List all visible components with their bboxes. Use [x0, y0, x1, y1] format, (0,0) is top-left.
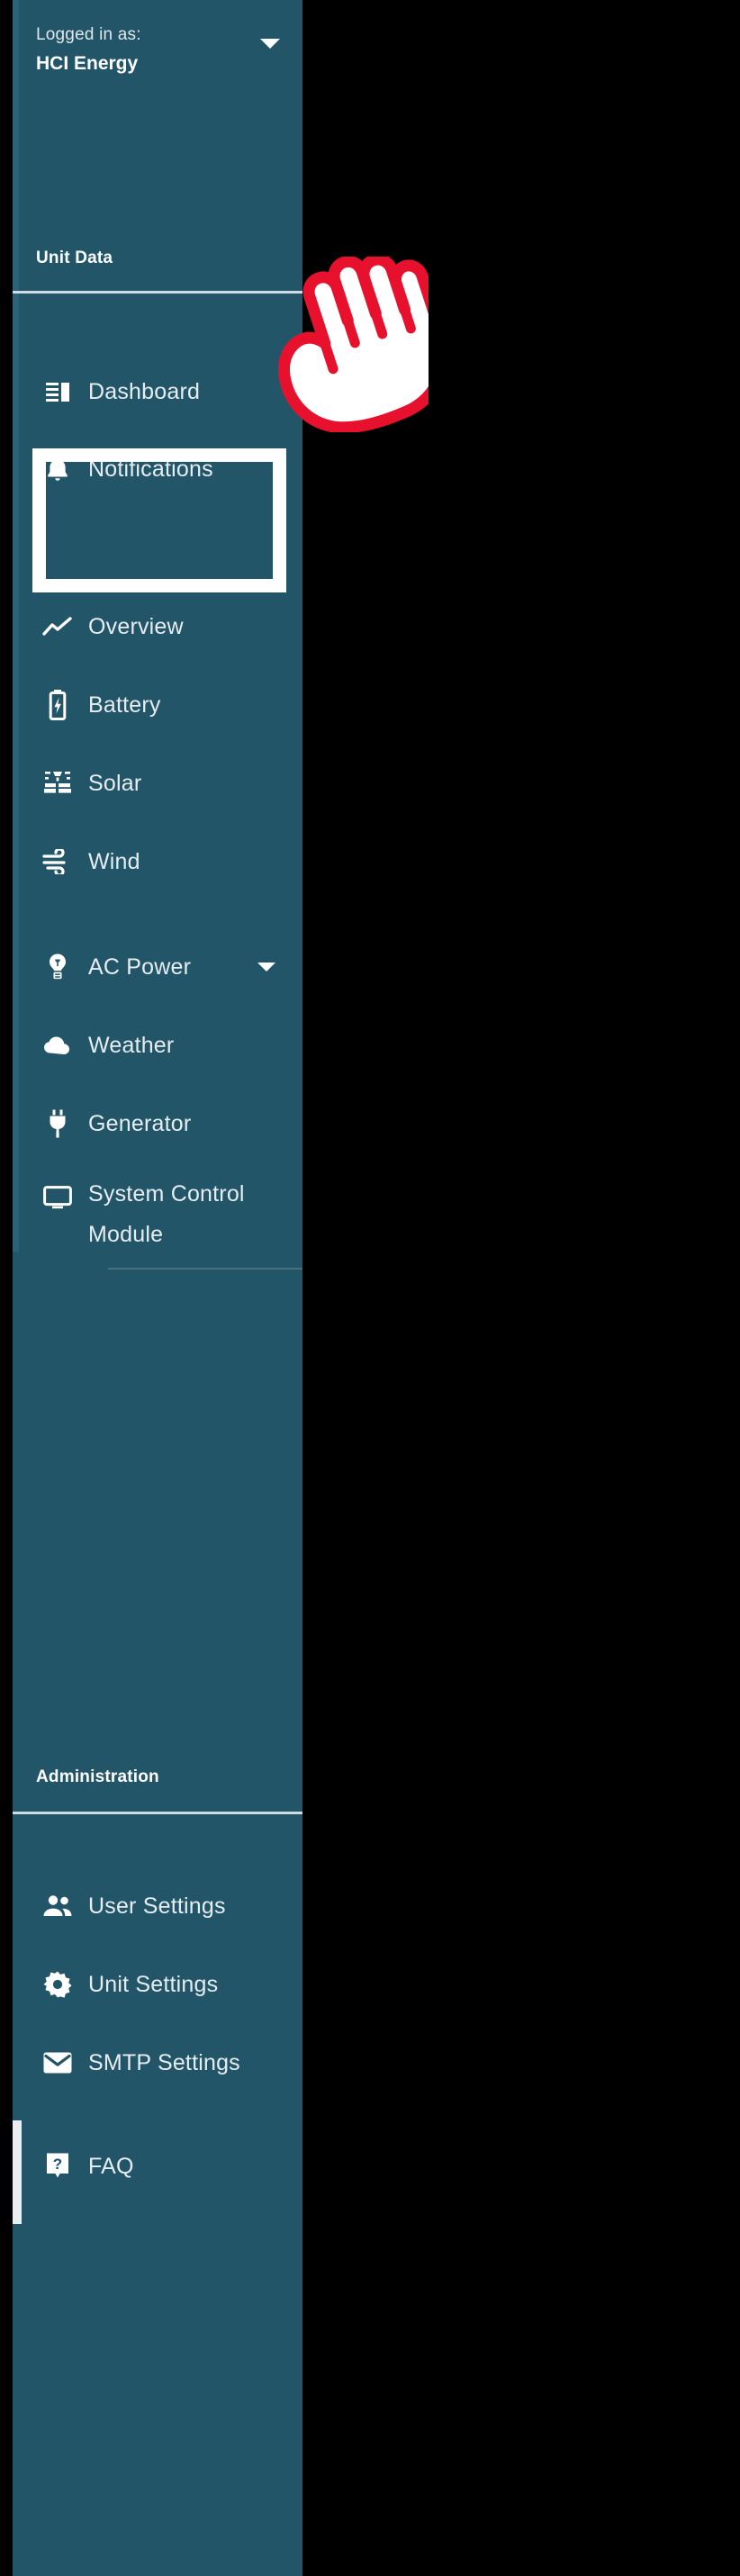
- plug-icon: [40, 1096, 76, 1152]
- sidebar-item-label: Battery: [88, 691, 161, 718]
- sidebar-item-label: Unit Settings: [88, 1971, 219, 1997]
- sidebar-item-label: AC Power: [88, 954, 192, 980]
- chevron-down-icon[interactable]: [260, 39, 280, 49]
- sidebar-item-label: FAQ: [88, 2153, 134, 2179]
- sidebar-item-battery[interactable]: Battery: [13, 677, 302, 733]
- sidebar-item-solar[interactable]: Solar: [13, 755, 302, 811]
- line-chart-icon: [40, 599, 76, 655]
- sidebar-item-label: System Control Module: [88, 1181, 245, 1247]
- lightbulb-icon: [40, 939, 76, 995]
- logged-in-as-label: Logged in as:: [36, 25, 141, 44]
- sidebar-item-label: Weather: [88, 1032, 175, 1058]
- gear-icon: [40, 1957, 76, 2012]
- envelope-icon: [40, 2035, 76, 2091]
- sidebar-item-label: SMTP Settings: [88, 2049, 240, 2075]
- section-divider-administration: [13, 1812, 302, 1814]
- sidebar-item-smtp-settings[interactable]: SMTP Settings: [13, 2035, 302, 2091]
- sidebar-item-notifications[interactable]: Notifications: [13, 441, 302, 497]
- cloud-icon: [40, 1017, 76, 1073]
- section-heading-unit-data: Unit Data: [36, 249, 113, 267]
- solar-panel-icon: [40, 755, 76, 811]
- sidebar-item-weather[interactable]: Weather: [13, 1017, 302, 1073]
- section-heading-administration: Administration: [36, 1767, 159, 1786]
- sidebar-item-generator[interactable]: Generator: [13, 1096, 302, 1152]
- account-name: HCI Energy: [36, 53, 139, 74]
- sidebar-item-faq[interactable]: ? FAQ: [13, 2138, 302, 2194]
- page-background: Logged in as: HCI Energy Unit Data Dashb…: [0, 0, 740, 2576]
- monitor-icon: [40, 1170, 76, 1225]
- sidebar-item-label: Overview: [88, 613, 184, 639]
- sidebar-item-ac-power[interactable]: AC Power: [13, 939, 302, 995]
- sidebar-item-label: Dashboard: [88, 378, 201, 404]
- chevron-down-icon[interactable]: [257, 963, 275, 972]
- sidebar-item-user-settings[interactable]: User Settings: [13, 1878, 302, 1934]
- wind-icon: [40, 834, 76, 890]
- sidebar-item-unit-settings[interactable]: Unit Settings: [13, 1957, 302, 2012]
- sidebar-item-label: Wind: [88, 848, 140, 874]
- sidebar-item-label: User Settings: [88, 1893, 226, 1919]
- question-icon: ?: [40, 2138, 76, 2194]
- dashboard-icon: [40, 364, 76, 420]
- pointing-hand-cursor: [257, 253, 450, 434]
- sidebar-item-system-control-module[interactable]: System Control Module: [13, 1170, 302, 1269]
- account-switcher[interactable]: Logged in as: HCI Energy: [13, 0, 302, 241]
- bell-icon: [40, 441, 76, 497]
- sidebar-item-overview[interactable]: Overview: [13, 599, 302, 655]
- sidebar-item-label: Notifications: [88, 456, 213, 482]
- svg-text:?: ?: [53, 2156, 62, 2173]
- battery-icon: [40, 677, 76, 733]
- left-gutter: [0, 0, 13, 2576]
- sidebar-item-label: Generator: [88, 1110, 192, 1136]
- users-icon: [40, 1878, 76, 1934]
- sidebar-item-wind[interactable]: Wind: [13, 834, 302, 890]
- account-text: Logged in as: HCI Energy: [36, 23, 279, 77]
- sidebar-item-label: Solar: [88, 770, 142, 796]
